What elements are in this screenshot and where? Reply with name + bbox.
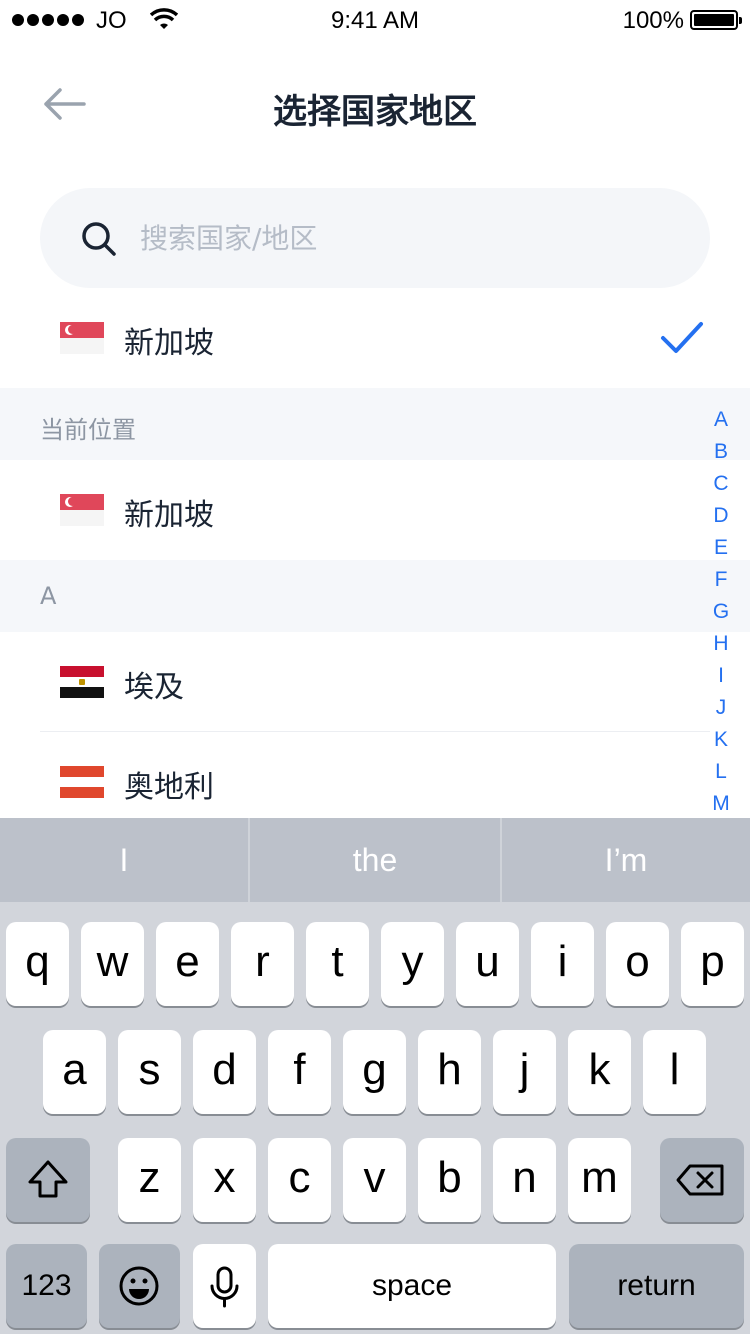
numbers-key[interactable]: 123 [6,1244,87,1328]
key-m[interactable]: m [568,1138,631,1222]
key-i[interactable]: i [531,922,594,1006]
section-header-a: A [0,560,750,632]
key-g[interactable]: g [343,1030,406,1114]
key-k[interactable]: k [568,1030,631,1114]
predictive-bar: I the I’m [0,818,750,902]
index-letter[interactable]: A [706,404,736,436]
key-v[interactable]: v [343,1138,406,1222]
key-o[interactable]: o [606,922,669,1006]
key-z[interactable]: z [118,1138,181,1222]
suggestion-item[interactable]: I’m [502,818,750,902]
suggestion-item[interactable]: the [250,818,500,902]
suggestion-item[interactable]: I [0,818,248,902]
key-l[interactable]: l [643,1030,706,1114]
key-r[interactable]: r [231,922,294,1006]
index-letter[interactable]: L [706,756,736,788]
singapore-flag-icon [60,322,104,354]
key-y[interactable]: y [381,922,444,1006]
emoji-icon [119,1266,159,1306]
key-x[interactable]: x [193,1138,256,1222]
page-title: 选择国家地区 [273,92,477,132]
key-j[interactable]: j [493,1030,556,1114]
country-name: 新加坡 [124,498,214,533]
index-letter[interactable]: J [706,692,736,724]
backspace-icon [676,1164,724,1196]
search-input[interactable] [140,214,680,262]
shift-key[interactable] [6,1138,90,1222]
list-item-country[interactable]: 奥地利 [0,732,750,818]
section-title: A [40,582,57,610]
index-letter[interactable]: B [706,436,736,468]
checkmark-icon [661,322,703,353]
key-u[interactable]: u [456,922,519,1006]
country-name: 新加坡 [124,326,214,361]
index-letter[interactable]: I [706,660,736,692]
shift-icon [28,1160,68,1198]
section-title: 当前位置 [40,416,136,444]
index-letter[interactable]: M [706,788,736,820]
index-letter[interactable]: F [706,564,736,596]
key-f[interactable]: f [268,1030,331,1114]
index-letter[interactable]: G [706,596,736,628]
country-name: 奥地利 [124,770,214,805]
index-letter[interactable]: D [706,500,736,532]
key-w[interactable]: w [81,922,144,1006]
key-h[interactable]: h [418,1030,481,1114]
search-icon [82,222,116,256]
delete-key[interactable] [660,1138,744,1222]
egypt-flag-icon [60,666,104,698]
selected-country-row[interactable]: 新加坡 [0,288,750,388]
index-letter[interactable]: E [706,532,736,564]
key-p[interactable]: p [681,922,744,1006]
index-letter[interactable]: K [706,724,736,756]
key-n[interactable]: n [493,1138,556,1222]
space-key[interactable]: space [268,1244,556,1328]
list-item-country[interactable]: 埃及 [0,632,750,732]
battery-percentage: 100% [622,7,684,34]
return-key[interactable]: return [569,1244,744,1328]
singapore-flag-icon [60,494,104,526]
search-bar[interactable] [40,188,710,288]
key-s[interactable]: s [118,1030,181,1114]
key-q[interactable]: q [6,922,69,1006]
alphabet-index[interactable]: A B C D E F G H I J K L M [706,404,736,820]
list-item-country[interactable]: 新加坡 [0,460,750,560]
key-d[interactable]: d [193,1030,256,1114]
keyboard: I the I’m q w e r t y u i o p a s d f g … [0,818,750,1334]
index-letter[interactable]: C [706,468,736,500]
key-a[interactable]: a [43,1030,106,1114]
dictation-key[interactable] [193,1244,256,1328]
section-header-current-location: 当前位置 [0,388,750,460]
index-letter[interactable]: H [706,628,736,660]
austria-flag-icon [60,766,104,798]
status-bar: JO 9:41 AM 100% [0,0,750,40]
key-t[interactable]: t [306,922,369,1006]
microphone-icon [210,1266,239,1308]
key-c[interactable]: c [268,1138,331,1222]
country-name: 埃及 [124,670,184,705]
battery-icon [690,10,742,30]
emoji-key[interactable] [99,1244,180,1328]
key-b[interactable]: b [418,1138,481,1222]
key-e[interactable]: e [156,922,219,1006]
